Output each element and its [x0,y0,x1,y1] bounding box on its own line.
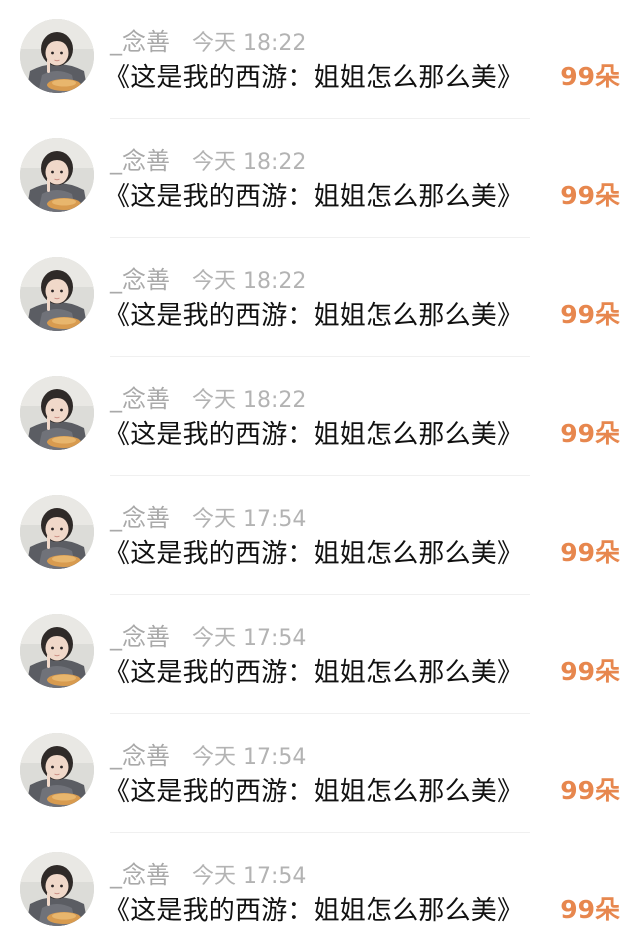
timestamp: 今天 17:54 [192,745,307,770]
gift-message: 《这是我的西游：姐姐怎么那么美》 [104,182,524,212]
username[interactable]: _念善 [110,742,170,770]
gift-message: 《这是我的西游：姐姐怎么那么美》 [104,896,524,926]
gift-count: 99朵 [560,657,620,686]
username[interactable]: _念善 [110,623,170,651]
item-meta: _念善 今天 18:22 [110,22,307,56]
avatar[interactable] [20,733,94,807]
timestamp: 今天 18:22 [192,31,307,56]
list-item[interactable]: _念善 今天 17:54 《这是我的西游：姐姐怎么那么美》 99朵 [0,833,640,952]
avatar[interactable] [20,138,94,212]
item-meta: _念善 今天 18:22 [110,141,307,175]
timestamp: 今天 17:54 [192,626,307,651]
item-meta: _念善 今天 18:22 [110,260,307,294]
username[interactable]: _念善 [110,504,170,532]
gift-message: 《这是我的西游：姐姐怎么那么美》 [104,420,524,450]
gift-count: 99朵 [560,62,620,91]
list-item[interactable]: _念善 今天 18:22 《这是我的西游：姐姐怎么那么美》 99朵 [0,238,640,357]
gift-message: 《这是我的西游：姐姐怎么那么美》 [104,301,524,331]
gift-message: 《这是我的西游：姐姐怎么那么美》 [104,777,524,807]
timestamp: 今天 18:22 [192,269,307,294]
item-meta: _念善 今天 17:54 [110,855,307,889]
list-item[interactable]: _念善 今天 17:54 《这是我的西游：姐姐怎么那么美》 99朵 [0,476,640,595]
avatar[interactable] [20,495,94,569]
timestamp: 今天 18:22 [192,388,307,413]
list-item[interactable]: _念善 今天 18:22 《这是我的西游：姐姐怎么那么美》 99朵 [0,0,640,119]
timestamp: 今天 18:22 [192,150,307,175]
avatar[interactable] [20,19,94,93]
username[interactable]: _念善 [110,861,170,889]
list-item[interactable]: _念善 今天 18:22 《这是我的西游：姐姐怎么那么美》 99朵 [0,357,640,476]
avatar[interactable] [20,257,94,331]
timestamp: 今天 17:54 [192,864,307,889]
list-item[interactable]: _念善 今天 18:22 《这是我的西游：姐姐怎么那么美》 99朵 [0,119,640,238]
avatar[interactable] [20,376,94,450]
username[interactable]: _念善 [110,385,170,413]
username[interactable]: _念善 [110,266,170,294]
item-meta: _念善 今天 17:54 [110,617,307,651]
gift-message: 《这是我的西游：姐姐怎么那么美》 [104,658,524,688]
gift-message: 《这是我的西游：姐姐怎么那么美》 [104,63,524,93]
item-meta: _念善 今天 17:54 [110,498,307,532]
gift-record-list: _念善 今天 18:22 《这是我的西游：姐姐怎么那么美》 99朵 _念善 今天 1… [0,0,640,942]
username[interactable]: _念善 [110,147,170,175]
gift-count: 99朵 [560,419,620,448]
gift-count: 99朵 [560,538,620,567]
list-item[interactable]: _念善 今天 17:54 《这是我的西游：姐姐怎么那么美》 99朵 [0,595,640,714]
item-meta: _念善 今天 17:54 [110,736,307,770]
timestamp: 今天 17:54 [192,507,307,532]
gift-count: 99朵 [560,895,620,924]
gift-count: 99朵 [560,181,620,210]
gift-count: 99朵 [560,300,620,329]
list-item[interactable]: _念善 今天 17:54 《这是我的西游：姐姐怎么那么美》 99朵 [0,714,640,833]
avatar[interactable] [20,614,94,688]
username[interactable]: _念善 [110,28,170,56]
item-meta: _念善 今天 18:22 [110,379,307,413]
gift-message: 《这是我的西游：姐姐怎么那么美》 [104,539,524,569]
avatar[interactable] [20,852,94,926]
gift-count: 99朵 [560,776,620,805]
